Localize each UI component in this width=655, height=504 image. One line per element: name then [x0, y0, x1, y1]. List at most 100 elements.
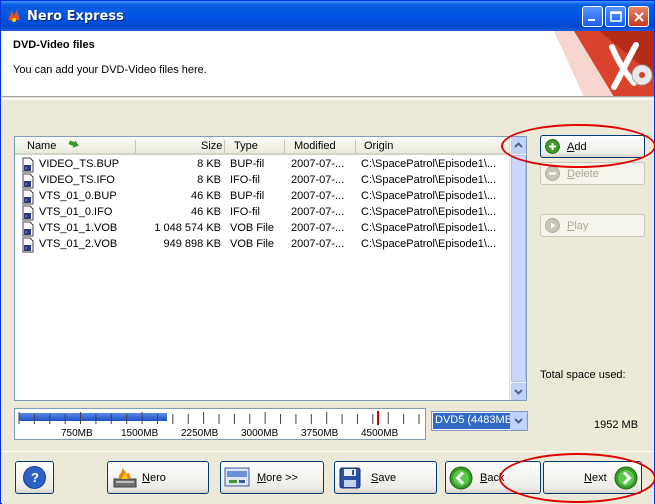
cell-size: 949 898 KB	[163, 238, 222, 250]
column-separator[interactable]	[224, 140, 225, 153]
minimize-button[interactable]	[582, 6, 603, 27]
page-subtitle: You can add your DVD-Video files here.	[13, 64, 207, 76]
delete-button-accel: D	[567, 168, 575, 180]
column-separator[interactable]	[284, 140, 285, 153]
cell-modified: 2007-07-...	[291, 174, 345, 186]
next-button-accel: N	[584, 472, 592, 484]
cell-type: IFO-fil	[230, 174, 260, 186]
cell-type: VOB File	[230, 238, 275, 250]
save-disk-icon	[339, 467, 361, 489]
close-icon	[634, 12, 644, 22]
cell-size: 46 KB	[191, 190, 221, 202]
cell-modified: 2007-07-...	[291, 158, 345, 170]
file-list[interactable]: Name Size Type Modified Origin VIDEO_TS.…	[14, 136, 527, 401]
scroll-up-button[interactable]	[511, 137, 526, 154]
column-origin[interactable]: Origin	[364, 140, 393, 152]
cell-type: BUP-fil	[230, 158, 265, 170]
video-file-icon	[22, 157, 34, 173]
next-button[interactable]: Next	[543, 461, 642, 494]
ruler-label: 4500MB	[361, 428, 399, 439]
help-glyph: ?	[31, 470, 39, 485]
table-row[interactable]: VIDEO_TS.BUP 8 KB BUP-fil 2007-07-... C:\Spa…	[15, 157, 497, 173]
delete-button[interactable]: Delete	[540, 162, 645, 185]
disc-type-select[interactable]: DVD5 (4483MB	[431, 411, 528, 431]
back-button[interactable]: Back	[445, 461, 541, 494]
add-button[interactable]: Add	[540, 135, 645, 158]
ruler-label: 2250MB	[181, 428, 219, 439]
column-type[interactable]: Type	[234, 140, 258, 152]
scroll-thumb[interactable]	[511, 155, 526, 382]
nero-button[interactable]: Nero	[107, 461, 209, 494]
cell-name: VIDEO_TS.IFO	[39, 174, 115, 186]
arrow-right-icon	[614, 466, 638, 490]
video-file-icon	[22, 221, 34, 237]
cell-modified: 2007-07-...	[291, 206, 345, 218]
cell-modified: 2007-07-...	[291, 190, 345, 202]
column-separator[interactable]	[135, 140, 136, 153]
add-button-label: dd	[574, 141, 587, 153]
cell-modified: 2007-07-...	[291, 222, 345, 234]
arrow-left-icon	[449, 466, 473, 490]
cell-name: VTS_01_0.IFO	[39, 206, 113, 218]
chevron-up-icon	[514, 142, 523, 148]
cell-type: IFO-fil	[230, 206, 260, 218]
file-list-header: Name Size Type Modified Origin	[15, 137, 509, 155]
sort-arrow-icon	[68, 140, 79, 148]
save-button-label: ave	[378, 472, 397, 484]
table-row[interactable]: VTS_01_0.BUP 46 KB BUP-fil 2007-07-... C:\Sp…	[15, 189, 496, 205]
cell-modified: 2007-07-...	[291, 238, 345, 250]
delete-button-label: elete	[574, 168, 599, 180]
vertical-scrollbar[interactable]	[509, 137, 526, 400]
add-icon	[545, 139, 560, 154]
nero-logo-icon	[554, 31, 654, 96]
play-button-label: lay	[574, 220, 589, 232]
cell-size: 46 KB	[191, 206, 221, 218]
cell-origin: C:\SpacePatrol\Episode1\...	[361, 238, 497, 250]
cell-origin: C:\SpacePatrol\Episode1\...	[361, 158, 497, 170]
play-icon	[545, 218, 560, 233]
video-file-icon	[22, 173, 34, 189]
table-row[interactable]: VTS_01_2.VOB 949 898 KB VOB File 2007-07-..…	[15, 237, 497, 253]
capacity-bar: 750MB 1500MB 2250MB 3000MB 3750MB 4500MB	[14, 408, 426, 440]
close-button[interactable]	[628, 6, 649, 27]
cell-size: 8 KB	[197, 174, 221, 186]
cell-size: 1 048 574 KB	[154, 222, 221, 234]
ruler-label: 750MB	[61, 428, 93, 439]
more-options-icon	[224, 467, 250, 487]
table-row[interactable]: VIDEO_TS.IFO 8 KB IFO-fil 2007-07-... C:\Spa…	[15, 173, 496, 189]
nero-button-accel: N	[142, 472, 150, 484]
cell-name: VTS_01_1.VOB	[39, 222, 118, 234]
scroll-down-button[interactable]	[511, 383, 526, 400]
column-name[interactable]: Name	[27, 140, 56, 152]
title-bar[interactable]: Nero Express	[1, 1, 654, 31]
nero-app-icon	[8, 10, 20, 22]
table-row[interactable]: VTS_01_0.IFO 46 KB IFO-fil 2007-07-... C:\Sp…	[15, 205, 496, 221]
ruler-label: 3000MB	[241, 428, 279, 439]
save-button[interactable]: Save	[334, 461, 437, 494]
maximize-button[interactable]	[605, 6, 626, 27]
more-button[interactable]: More >>	[220, 461, 324, 494]
cell-origin: C:\SpacePatrol\Episode1\...	[361, 222, 497, 234]
ruler-label: 1500MB	[121, 428, 159, 439]
maximize-icon	[610, 11, 622, 22]
cell-size: 8 KB	[197, 158, 221, 170]
table-row[interactable]: VTS_01_1.VOB 1 048 574 KB VOB File 2007-07-…	[15, 221, 497, 237]
disc-type-dropdown-button[interactable]	[510, 412, 527, 430]
play-button[interactable]: Play	[540, 214, 645, 237]
help-button[interactable]: ?	[15, 461, 54, 494]
minimize-icon	[588, 19, 595, 21]
video-file-icon	[22, 205, 34, 221]
nero-burn-icon	[113, 468, 137, 488]
column-size[interactable]: Size	[201, 140, 222, 152]
chevron-down-icon	[514, 389, 523, 395]
disc-type-value: DVD5 (4483MB	[433, 413, 515, 429]
total-space-label: Total space used:	[540, 369, 626, 381]
column-modified[interactable]: Modified	[294, 140, 336, 152]
cell-name: VTS_01_2.VOB	[39, 238, 118, 250]
column-separator[interactable]	[355, 140, 356, 153]
header-separator	[2, 98, 654, 100]
page-title: DVD-Video files	[13, 39, 95, 51]
nero-button-label: ero	[149, 472, 166, 484]
wizard-header: DVD-Video files You can add your DVD-Vid…	[2, 31, 654, 97]
delete-icon	[545, 166, 560, 181]
